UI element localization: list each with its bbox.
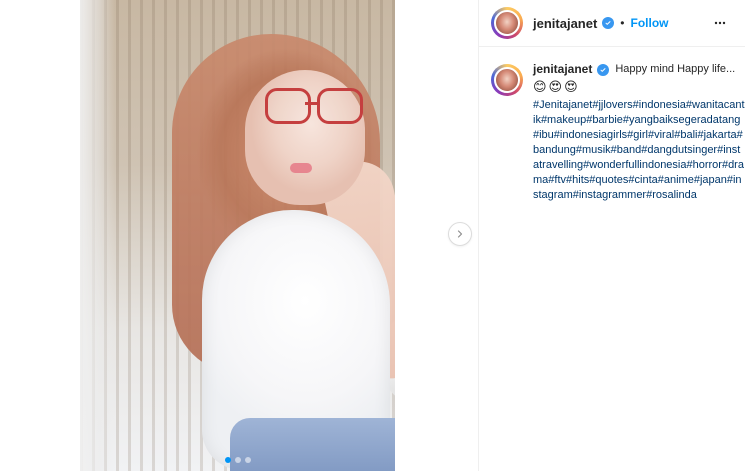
carousel-dot	[224, 457, 231, 463]
header-separator: •	[620, 16, 625, 30]
post-side-panel: jenitajanet • Follow jenitajanet Happy m…	[478, 0, 745, 471]
glasses-lens-left	[265, 88, 311, 124]
post-media[interactable]	[80, 0, 395, 471]
caption-hashtags[interactable]: #Jenitajanet#jjlovers#indonesia#wanitaca…	[533, 98, 745, 203]
caption-avatar[interactable]	[491, 64, 523, 96]
left-gutter	[0, 0, 80, 471]
glasses-lens-right	[317, 88, 363, 124]
caption: jenitajanet Happy mind Happy life... 😊😍😍…	[479, 62, 745, 203]
carousel-dot	[244, 457, 251, 463]
check-icon	[605, 21, 611, 25]
follow-button[interactable]: Follow	[631, 16, 669, 30]
verified-badge-icon	[602, 17, 615, 29]
verified-badge-icon	[597, 63, 610, 76]
caption-header: jenitajanet Happy mind Happy life...	[533, 62, 745, 77]
caption-emojis: 😊😍😍	[533, 79, 580, 94]
more-horizontal-icon	[714, 21, 726, 25]
avatar[interactable]	[491, 7, 523, 39]
post-header: jenitajanet • Follow	[479, 0, 745, 47]
caption-text: Happy mind Happy life...	[615, 63, 736, 75]
chevron-right-icon	[457, 230, 463, 238]
carousel-dot	[234, 457, 241, 463]
caption-username[interactable]: jenitajanet	[533, 62, 592, 77]
carousel-next-button[interactable]	[448, 222, 472, 246]
carousel-dots	[80, 455, 395, 465]
photo-edge-fade	[80, 0, 115, 471]
photo-glasses	[265, 88, 363, 124]
author-username[interactable]: jenitajanet	[533, 16, 597, 31]
more-options-button[interactable]	[710, 13, 730, 33]
photo-lips	[290, 163, 312, 173]
check-icon	[600, 67, 606, 72]
caption-body: jenitajanet Happy mind Happy life... 😊😍😍…	[533, 62, 745, 203]
